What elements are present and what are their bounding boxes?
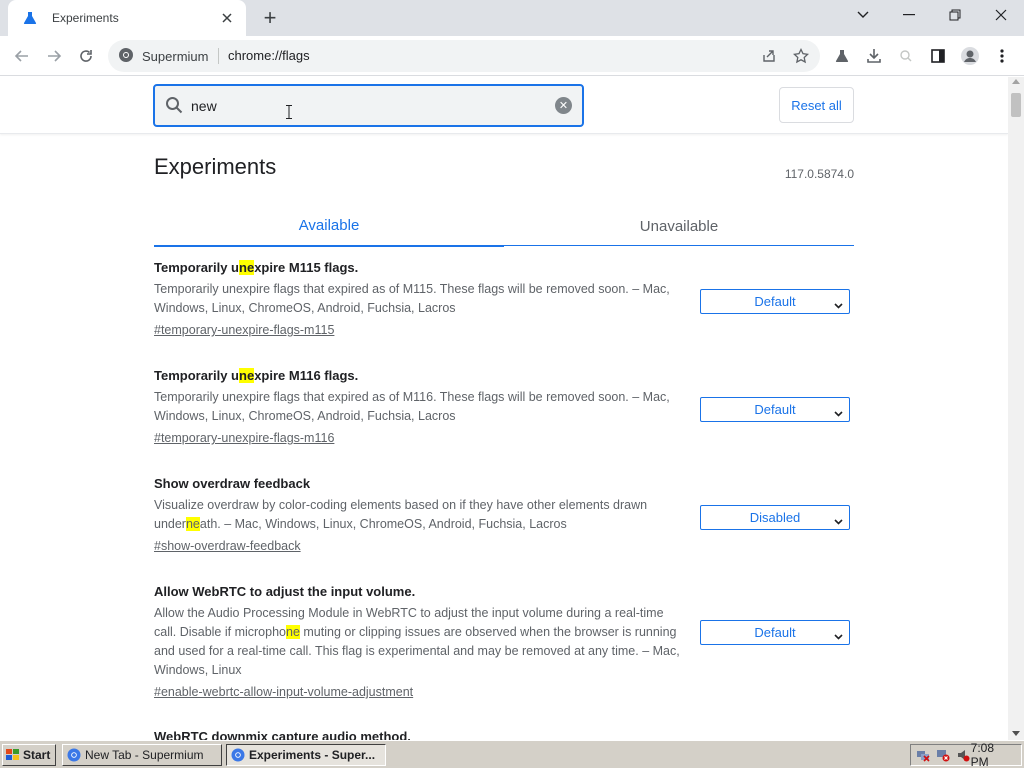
chevron-down-icon	[834, 297, 843, 312]
flags-page: ✕ Reset all Experiments 117.0.5874.0 Ava…	[0, 77, 1008, 740]
flask-icon	[22, 10, 38, 26]
flag-name: Temporarily unexpire M115 flags.	[154, 260, 359, 275]
flag-name: Allow WebRTC to adjust the input volume.	[154, 584, 416, 599]
tab-search-icon[interactable]	[840, 0, 886, 30]
more-menu-icon[interactable]	[988, 42, 1016, 70]
start-button[interactable]: Start	[2, 744, 56, 766]
flag-item: Allow WebRTC to adjust the input volume.…	[154, 583, 854, 701]
share-icon[interactable]	[757, 44, 781, 68]
close-window-icon[interactable]	[978, 0, 1024, 30]
flag-item: Temporarily unexpire M116 flags. Tempora…	[154, 367, 854, 447]
scroll-up-arrow-icon[interactable]	[1012, 79, 1020, 84]
search-input[interactable]	[191, 94, 531, 118]
flag-name: Temporarily unexpire M116 flags.	[154, 368, 359, 383]
flag-permalink[interactable]: #show-overdraw-feedback	[154, 537, 854, 555]
flag-description: Temporarily unexpire flags that expired …	[154, 282, 670, 315]
flags-search-box[interactable]: ✕	[153, 84, 584, 127]
flag-item: Temporarily unexpire M115 flags. Tempora…	[154, 259, 854, 339]
flag-permalink[interactable]: #temporary-unexpire-flags-m115	[154, 321, 854, 339]
site-name: Supermium	[142, 49, 209, 64]
chevron-down-icon	[834, 513, 843, 528]
flag-item: WebRTC downmix capture audio method.	[154, 728, 854, 740]
omnibox-divider	[218, 48, 219, 64]
new-tab-button[interactable]: +	[258, 5, 282, 30]
windows-logo-icon	[6, 749, 20, 761]
search-header: ✕ Reset all	[0, 77, 1008, 134]
reload-icon[interactable]	[72, 42, 100, 70]
flag-name: Show overdraw feedback	[154, 476, 311, 491]
scrollbar-thumb[interactable]	[1011, 93, 1021, 117]
taskbar-item-experiments[interactable]: Experiments - Super...	[226, 744, 386, 766]
system-tray: 7:08 PM	[910, 741, 1022, 768]
reset-all-button[interactable]: Reset all	[779, 87, 854, 123]
text-cursor-icon	[286, 105, 292, 122]
system-clock[interactable]: 7:08 PM	[971, 741, 1015, 768]
flag-item: Show overdraw feedback Visualize overdra…	[154, 475, 854, 555]
zoom-search-icon[interactable]	[892, 42, 920, 70]
profile-avatar-icon[interactable]	[956, 42, 984, 70]
tab-unavailable[interactable]: Unavailable	[504, 206, 854, 246]
windows-taskbar: Start New Tab - Supermium Experiments - …	[0, 740, 1024, 768]
scroll-down-arrow-icon[interactable]	[1012, 731, 1020, 736]
url-text[interactable]: chrome://flags	[228, 48, 310, 63]
clear-search-icon[interactable]: ✕	[555, 97, 572, 114]
download-icon[interactable]	[860, 42, 888, 70]
forward-icon[interactable]	[40, 42, 68, 70]
page-title: Experiments	[154, 154, 277, 179]
tab-available[interactable]: Available	[154, 206, 504, 247]
volume-icon[interactable]	[955, 747, 971, 763]
browser-toolbar: Supermium chrome://flags	[0, 36, 1024, 76]
flask-experiments-icon[interactable]	[828, 42, 856, 70]
flags-tabs: Available Unavailable	[154, 206, 854, 247]
start-label: Start	[23, 748, 51, 762]
chromium-logo-icon	[118, 47, 134, 66]
chromium-logo-icon	[231, 748, 245, 762]
address-bar[interactable]: Supermium chrome://flags	[108, 40, 820, 72]
flag-state-select[interactable]: Default	[700, 397, 850, 422]
flag-state-select[interactable]: Default	[700, 620, 850, 645]
page-scrollbar[interactable]	[1008, 77, 1024, 740]
tab-title: Experiments	[52, 11, 119, 25]
flag-description: Allow the Audio Processing Module in Web…	[154, 606, 680, 677]
network-warning-icon[interactable]	[935, 747, 951, 763]
tab-strip: Experiments +	[0, 0, 1024, 36]
bookmark-star-icon[interactable]	[789, 44, 813, 68]
restore-icon[interactable]	[932, 0, 978, 30]
minimize-icon[interactable]	[886, 0, 932, 30]
search-icon	[165, 96, 183, 117]
side-panel-icon[interactable]	[924, 42, 952, 70]
flag-name: WebRTC downmix capture audio method.	[154, 729, 411, 740]
flag-state-select[interactable]: Default	[700, 289, 850, 314]
browser-tab-experiments[interactable]: Experiments	[8, 0, 246, 36]
taskbar-item-new-tab[interactable]: New Tab - Supermium	[62, 744, 222, 766]
flag-permalink[interactable]: #enable-webrtc-allow-input-volume-adjust…	[154, 683, 854, 701]
back-icon[interactable]	[8, 42, 36, 70]
chevron-down-icon	[834, 405, 843, 420]
flag-permalink[interactable]: #temporary-unexpire-flags-m116	[154, 429, 854, 447]
chevron-down-icon	[834, 628, 843, 643]
flag-description: Temporarily unexpire flags that expired …	[154, 390, 670, 423]
version-label: 117.0.5874.0	[784, 167, 854, 181]
flag-description: Visualize overdraw by color-coding eleme…	[154, 498, 648, 531]
site-info-chip[interactable]: Supermium	[118, 47, 208, 66]
chromium-logo-icon	[67, 748, 81, 762]
flag-state-select[interactable]: Disabled	[700, 505, 850, 530]
close-tab-icon[interactable]	[218, 9, 236, 27]
network-disconnected-icon[interactable]	[915, 747, 931, 763]
